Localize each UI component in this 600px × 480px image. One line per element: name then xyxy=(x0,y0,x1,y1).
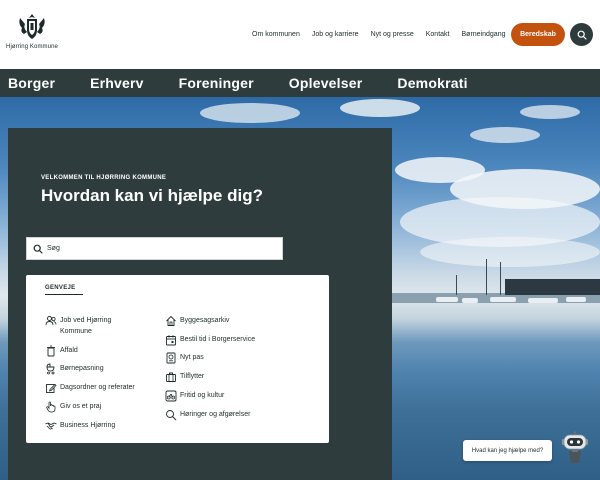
boat xyxy=(566,297,586,302)
boat xyxy=(462,298,478,303)
bike-icon xyxy=(165,390,177,402)
shortcut-job[interactable]: Job ved Hjørring Kommune xyxy=(45,315,140,337)
chat-prompt-bubble[interactable]: Hvad kan jeg hjælpe med? xyxy=(463,440,552,461)
edit-icon xyxy=(45,382,57,394)
cloud xyxy=(200,103,300,123)
top-link-kontakt[interactable]: Kontakt xyxy=(426,31,450,38)
shortcut-label: Job ved Hjørring Kommune xyxy=(60,317,112,335)
main-nav-borger[interactable]: Borger xyxy=(8,75,55,91)
boat xyxy=(490,297,516,302)
shortcut-horinger[interactable]: Høringer og afgørelser xyxy=(165,409,250,421)
shortcuts-title: GENVEJE xyxy=(45,285,76,291)
boat-mast xyxy=(500,262,501,295)
shortcut-nyt-pas[interactable]: Nyt pas xyxy=(165,352,204,364)
shortcut-bornepasning[interactable]: Børnepasning xyxy=(45,363,104,375)
header-search-button[interactable] xyxy=(570,23,593,46)
top-link-om-kommunen[interactable]: Om kommunen xyxy=(252,31,300,38)
shortcut-label: Høringer og afgørelser xyxy=(180,411,251,418)
logo[interactable]: Hjørring Kommune xyxy=(6,12,58,54)
logo-crest-icon xyxy=(19,14,45,39)
magnifier-icon xyxy=(165,409,177,421)
hand-icon xyxy=(45,401,57,413)
cloud xyxy=(340,99,420,117)
handshake-icon xyxy=(45,420,57,432)
trash-icon xyxy=(45,345,57,357)
logo-text: Hjørring Kommune xyxy=(6,44,58,50)
cloud xyxy=(470,127,540,143)
main-nav-foreninger[interactable]: Foreninger xyxy=(179,75,254,91)
search-input[interactable] xyxy=(47,245,267,252)
shortcut-label: Børnepasning xyxy=(60,365,104,372)
boat-mast xyxy=(486,259,487,295)
passport-icon xyxy=(165,352,177,364)
main-nav-oplevelser[interactable]: Oplevelser xyxy=(289,75,363,91)
shortcut-tilflytter[interactable]: Tilflytter xyxy=(165,371,204,383)
site-header: Hjørring Kommune Om kommunen Job og karr… xyxy=(0,0,600,69)
hero-background: VELKOMMEN TIL HJØRRING KOMMUNE Hvordan k… xyxy=(0,97,600,480)
shortcut-label: Giv os et praj xyxy=(60,403,102,410)
house-icon xyxy=(165,315,177,327)
shortcut-fritid-og-kultur[interactable]: Fritid og kultur xyxy=(165,390,224,402)
main-nav-erhverv[interactable]: Erhverv xyxy=(90,75,144,91)
search-icon xyxy=(33,244,43,254)
shortcut-bestil-tid[interactable]: Bestil tid i Borgerservice xyxy=(165,334,255,346)
shortcut-giv-os-et-praj[interactable]: Giv os et praj xyxy=(45,401,101,413)
site-search[interactable] xyxy=(26,237,283,260)
people-icon xyxy=(45,315,57,327)
cloud xyxy=(420,237,600,267)
boat-mast xyxy=(456,275,457,295)
search-icon xyxy=(577,30,587,40)
shortcut-byggesagsarkiv[interactable]: Byggesagsarkiv xyxy=(165,315,229,327)
cloud xyxy=(520,105,580,119)
shortcut-affald[interactable]: Affald xyxy=(45,345,78,357)
welcome-eyebrow: VELKOMMEN TIL HJØRRING KOMMUNE xyxy=(41,175,167,181)
shortcut-label: Dagsordner og referater xyxy=(60,384,135,391)
shortcut-label: Affald xyxy=(60,347,78,354)
shortcuts-card: GENVEJE Job ved Hjørring Kommune Affald xyxy=(26,275,329,443)
shortcut-label: Business Hjørring xyxy=(60,422,116,429)
shortcut-label: Bestil tid i Borgerservice xyxy=(180,336,256,343)
hero-headline: Hvordan kan vi hjælpe dig? xyxy=(41,186,263,205)
top-nav: Om kommunen Job og karriere Nyt og press… xyxy=(252,31,505,38)
boat xyxy=(528,298,558,303)
shortcut-label: Tilflytter xyxy=(180,373,205,380)
shortcut-label: Fritid og kultur xyxy=(180,392,225,399)
harbor-building xyxy=(505,279,600,295)
top-link-nyt-og-presse[interactable]: Nyt og presse xyxy=(371,31,414,38)
top-link-borneindgang[interactable]: Børneindgang xyxy=(462,31,506,38)
robot-icon xyxy=(562,431,588,463)
welcome-panel: VELKOMMEN TIL HJØRRING KOMMUNE Hvordan k… xyxy=(8,128,392,480)
chatbot-launcher[interactable] xyxy=(561,431,589,465)
suitcase-icon xyxy=(165,371,177,383)
boat xyxy=(436,297,458,302)
main-nav: Borger Erhverv Foreninger Oplevelser Dem… xyxy=(0,69,600,97)
main-nav-demokrati[interactable]: Demokrati xyxy=(397,75,467,91)
beredskab-button[interactable]: Beredskab xyxy=(511,23,565,46)
calendar-icon xyxy=(165,334,177,346)
stroller-icon xyxy=(45,363,57,375)
shortcut-dagsordner[interactable]: Dagsordner og referater xyxy=(45,382,135,394)
shortcut-label: Byggesagsarkiv xyxy=(180,317,230,324)
shortcut-label: Nyt pas xyxy=(180,354,204,361)
top-link-job-og-karriere[interactable]: Job og karriere xyxy=(312,31,359,38)
shortcut-business-hjorring[interactable]: Business Hjørring xyxy=(45,420,115,432)
shortcuts-title-underline xyxy=(45,294,83,295)
